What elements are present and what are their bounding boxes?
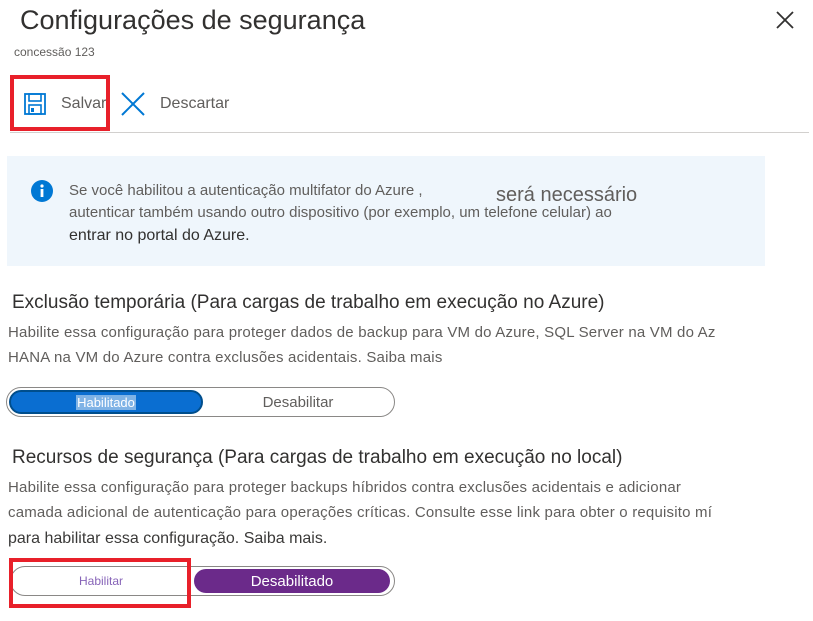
soft-delete-desc-line2: HANA na VM do Azure contra exclusões aci… [8, 349, 443, 366]
security-features-title: Recursos de segurança (Para cargas de tr… [12, 447, 623, 468]
security-settings-panel: Configurações de segurança concessão 123… [0, 0, 813, 621]
discard-label: Descartar [160, 95, 230, 112]
discard-icon [121, 92, 145, 116]
security-features-desc-line2: camada adicional de autenticação para op… [8, 504, 713, 521]
security-features-enable-label: Habilitar [78, 574, 123, 588]
close-button[interactable] [774, 9, 796, 31]
page-title: Configurações de segurança [20, 5, 366, 35]
soft-delete-enabled-option[interactable]: Habilitado [9, 390, 203, 414]
page-subtitle: concessão 123 [14, 45, 95, 59]
security-features-disabled-option[interactable]: Desabilitado [194, 569, 390, 593]
close-icon [776, 11, 794, 29]
soft-delete-title: Exclusão temporária (Para cargas de trab… [12, 292, 605, 313]
soft-delete-desc-line1: Habilite essa configuração para proteger… [8, 324, 716, 341]
discard-button[interactable]: Descartar [120, 78, 250, 130]
save-label: Salvar [61, 95, 107, 112]
command-bar: Salvar Descartar [10, 78, 809, 133]
info-icon [31, 180, 53, 202]
security-features-desc-line1: Habilite essa configuração para proteger… [8, 479, 682, 496]
save-button[interactable]: Salvar [10, 78, 114, 130]
info-banner: Se você habilitou a autenticação multifa… [7, 156, 765, 266]
soft-delete-enabled-label: Habilitado [76, 394, 136, 410]
security-features-disabled-label: Desabilitado [250, 572, 334, 590]
info-text-line1: Se você habilitou a autenticação multifa… [69, 182, 423, 199]
info-text-line3: entrar no portal do Azure. [69, 227, 250, 244]
security-features-desc-line3: para habilitar essa configuração. Saiba … [8, 530, 328, 547]
security-features-toggle: Habilitar Desabilitado [10, 566, 395, 596]
soft-delete-disable-option[interactable]: Desabilitar [203, 390, 393, 414]
security-features-enable-option[interactable]: Habilitar [13, 569, 189, 593]
soft-delete-toggle: Habilitado Desabilitar [6, 387, 395, 417]
info-text-line2: autenticar também usando outro dispositi… [69, 204, 612, 221]
save-icon [24, 93, 46, 115]
soft-delete-disable-label: Desabilitar [262, 393, 334, 411]
